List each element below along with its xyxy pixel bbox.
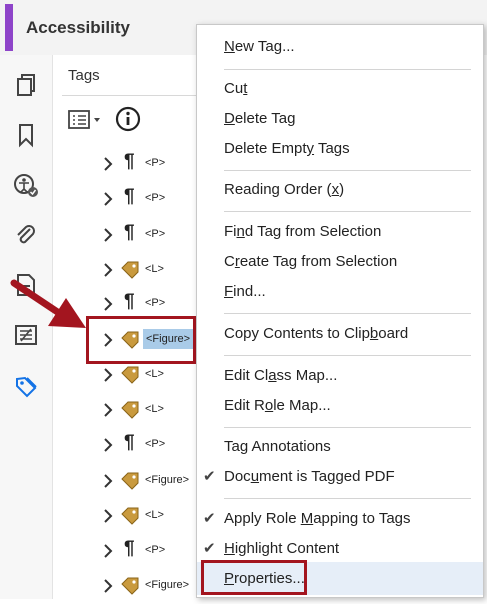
context-menu: New Tag... Cut Delete Tag Delete Empty T…	[196, 24, 484, 598]
menu-item-create-tag-from-selection[interactable]: Create Tag from Selection	[197, 248, 483, 276]
menu-separator	[224, 313, 471, 314]
paragraph-tag-icon: ¶	[124, 291, 135, 312]
chevron-right-icon[interactable]	[102, 263, 114, 277]
tag-icon	[120, 365, 140, 385]
tree-row-label: <L>	[145, 509, 164, 521]
menu-item-edit-class-map[interactable]: Edit Class Map...	[197, 362, 483, 390]
chevron-right-icon[interactable]	[102, 192, 114, 206]
annotation-arrow-icon	[10, 279, 86, 328]
chevron-right-icon[interactable]	[102, 228, 114, 242]
properties-highlight	[201, 560, 307, 595]
tree-row-label: <L>	[145, 263, 164, 275]
chevron-right-icon[interactable]	[102, 544, 114, 558]
tree-row-label: <P>	[145, 228, 166, 240]
tree-row-label: <Figure>	[145, 579, 190, 591]
menu-item-cut[interactable]: Cut	[197, 75, 483, 103]
chevron-right-icon[interactable]	[102, 403, 114, 417]
chevron-right-icon[interactable]	[102, 474, 114, 488]
header-accent-bar	[5, 4, 13, 51]
menu-item-copy-contents[interactable]: Copy Contents to Clipboard	[197, 320, 483, 348]
menu-separator	[224, 498, 471, 499]
menu-item-new-tag[interactable]: New Tag...	[197, 33, 483, 61]
tag-icon	[120, 506, 140, 526]
menu-item-delete-empty-tags[interactable]: Delete Empty Tags	[197, 135, 483, 163]
checkmark-icon: ✔	[203, 540, 216, 557]
panel-divider	[62, 95, 202, 96]
tags-icon[interactable]	[12, 373, 40, 401]
paragraph-tag-icon: ¶	[124, 222, 135, 243]
menu-item-document-is-tagged[interactable]: ✔ Document is Tagged PDF	[197, 463, 483, 491]
pages-icon[interactable]	[12, 72, 40, 100]
menu-separator	[224, 69, 471, 70]
chevron-right-icon[interactable]	[102, 509, 114, 523]
checkmark-icon: ✔	[203, 468, 216, 485]
tree-row-label: <P>	[145, 192, 166, 204]
paragraph-tag-icon: ¶	[124, 151, 135, 172]
tree-row-label: <P>	[145, 544, 166, 556]
accessibility-check-icon[interactable]	[12, 171, 40, 199]
menu-item-apply-role-mapping[interactable]: ✔ Apply Role Mapping to Tags	[197, 505, 483, 533]
tag-icon	[120, 576, 140, 596]
checkmark-icon: ✔	[203, 510, 216, 527]
paragraph-tag-icon: ¶	[124, 432, 135, 453]
menu-item-find-tag-from-selection[interactable]: Find Tag from Selection	[197, 218, 483, 246]
paragraph-tag-icon: ¶	[124, 538, 135, 559]
tree-row-label: <P>	[145, 157, 166, 169]
tags-panel-title: Tags	[68, 67, 100, 84]
menu-separator	[224, 170, 471, 171]
tree-row-label: <Figure>	[145, 474, 190, 486]
tag-icon	[120, 260, 140, 280]
menu-item-highlight-content[interactable]: ✔ Highlight Content	[197, 535, 483, 563]
menu-item-reading-order[interactable]: Reading Order (x)	[197, 176, 483, 204]
tree-row-label: <P>	[145, 297, 166, 309]
menu-item-find[interactable]: Find...	[197, 278, 483, 306]
tree-row-label: <L>	[145, 368, 164, 380]
tree-row-label: <L>	[145, 403, 164, 415]
tree-row-label: <P>	[145, 438, 166, 450]
chevron-right-icon[interactable]	[102, 368, 114, 382]
header-title: Accessibility	[26, 18, 130, 37]
chevron-right-icon[interactable]	[102, 438, 114, 452]
tag-icon	[120, 471, 140, 491]
menu-separator	[224, 211, 471, 212]
menu-item-edit-role-map[interactable]: Edit Role Map...	[197, 392, 483, 420]
tag-icon	[120, 400, 140, 420]
chevron-right-icon[interactable]	[102, 579, 114, 593]
info-icon[interactable]	[115, 106, 141, 132]
options-menu-icon[interactable]	[68, 108, 104, 132]
selected-figure-highlight	[86, 316, 196, 364]
menu-item-tag-annotations[interactable]: Tag Annotations	[197, 433, 483, 461]
menu-separator	[224, 427, 471, 428]
paragraph-tag-icon: ¶	[124, 186, 135, 207]
bookmark-icon[interactable]	[12, 121, 40, 149]
chevron-right-icon[interactable]	[102, 297, 114, 311]
chevron-right-icon[interactable]	[102, 157, 114, 171]
menu-item-delete-tag[interactable]: Delete Tag	[197, 105, 483, 133]
menu-separator	[224, 355, 471, 356]
attachment-icon[interactable]	[12, 221, 40, 249]
